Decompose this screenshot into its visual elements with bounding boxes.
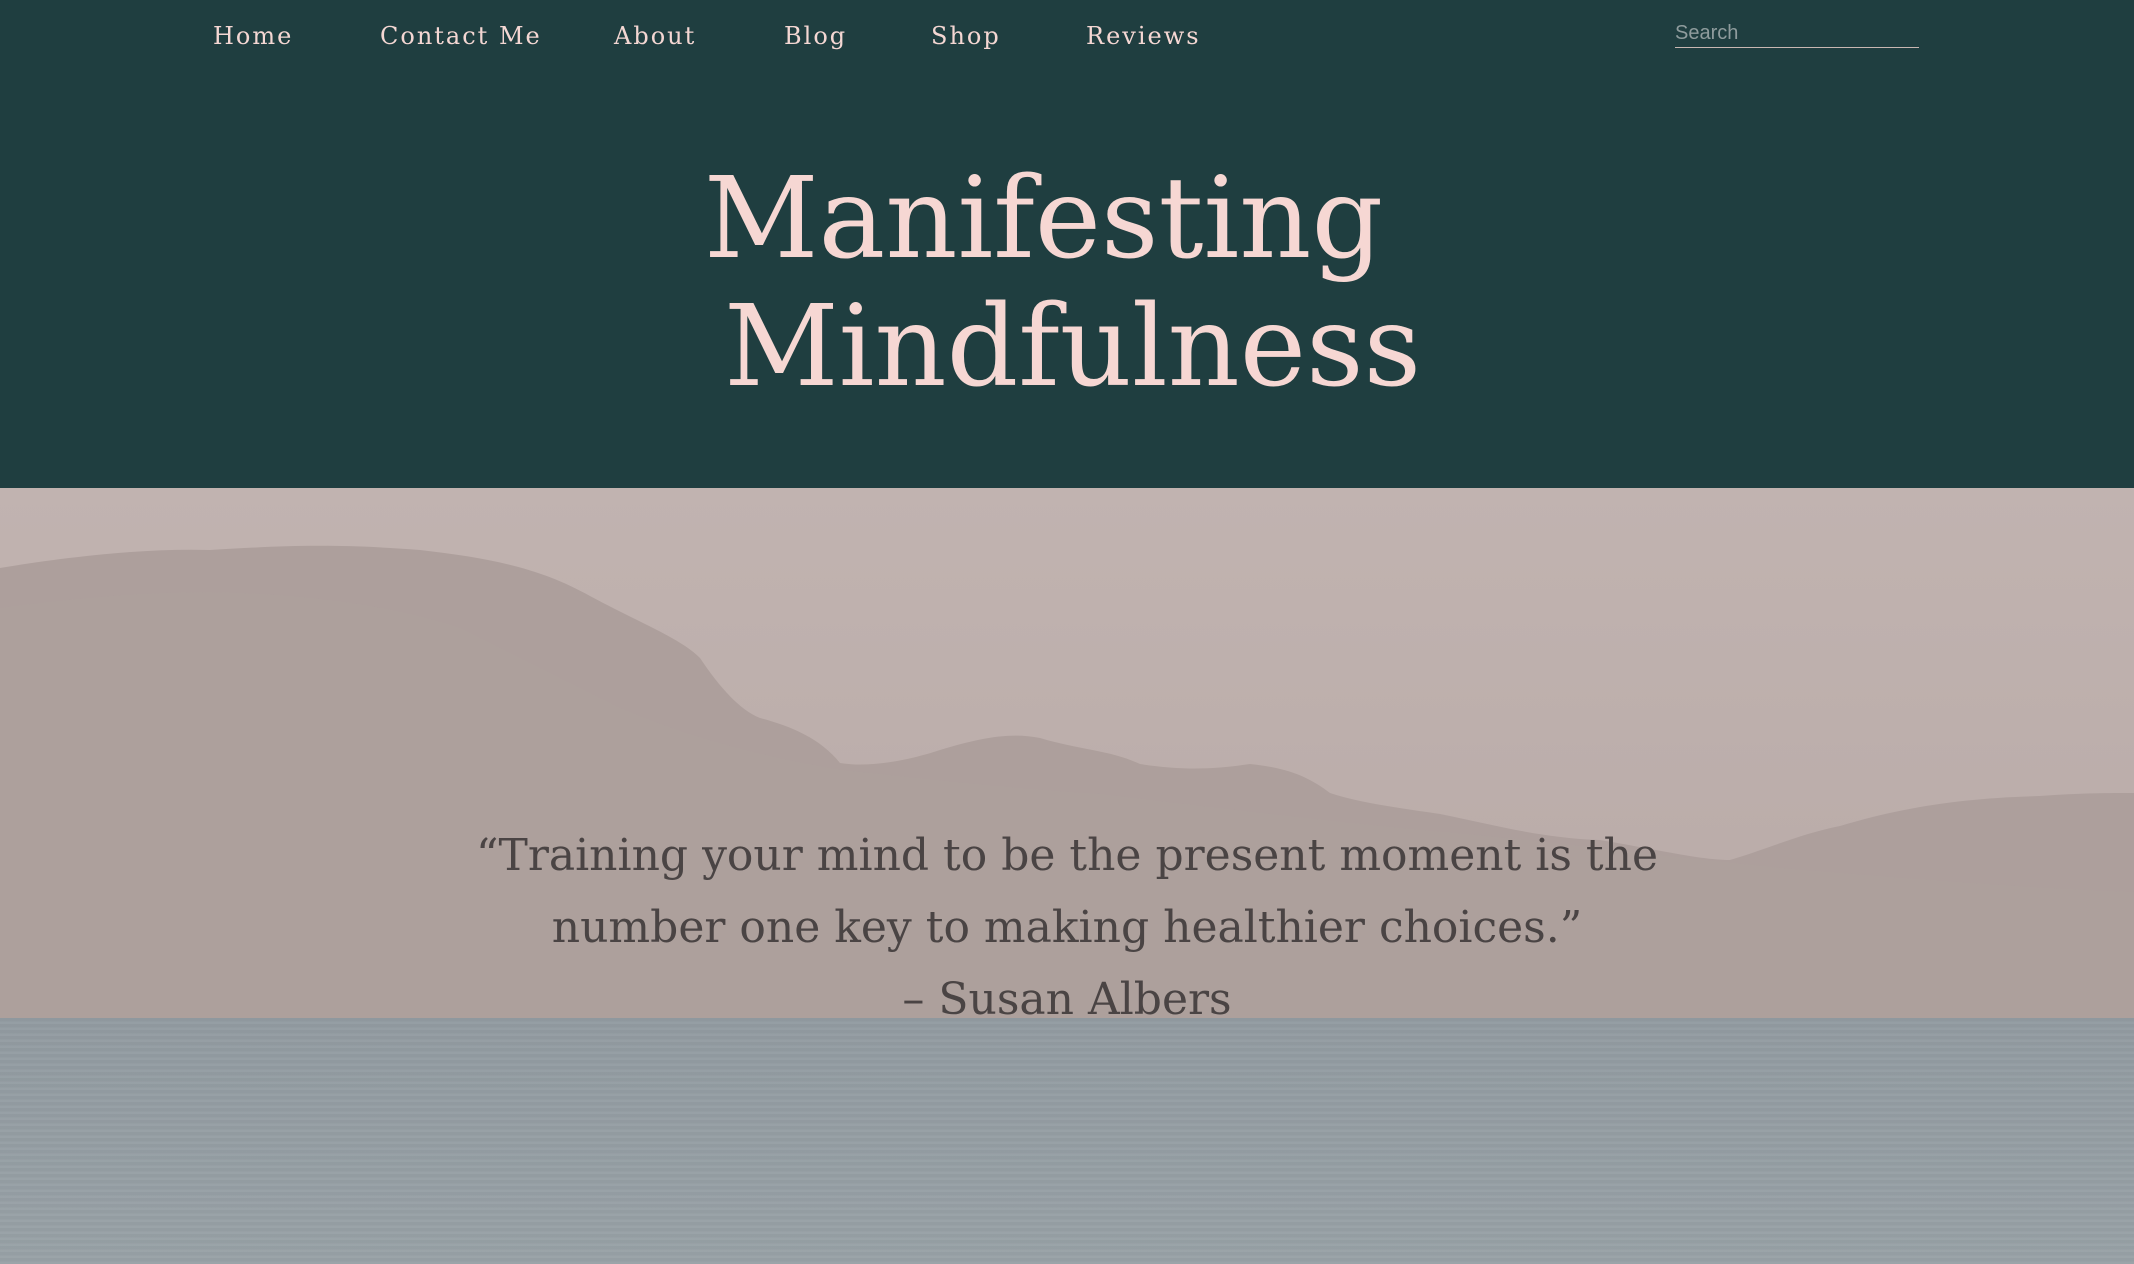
nav-home[interactable]: Home <box>213 22 293 50</box>
hero-quote: “Training your mind to be the present mo… <box>0 820 2134 1036</box>
nav-shop[interactable]: Shop <box>931 22 1001 50</box>
nav-blog[interactable]: Blog <box>784 22 847 50</box>
nav-reviews[interactable]: Reviews <box>1086 22 1201 50</box>
nav-about[interactable]: About <box>614 22 696 50</box>
site-title-line-1: Manifesting <box>703 154 1384 284</box>
site-header: Home Contact Me About Blog Shop Reviews … <box>0 0 2134 488</box>
quote-attribution: – Susan Albers <box>902 974 1232 1025</box>
search-box <box>1675 20 1919 48</box>
site-title-line-2: Mindfulness <box>723 282 1422 412</box>
quote-line-1: “Training your mind to be the present mo… <box>475 830 1658 881</box>
hero-banner: “Training your mind to be the present mo… <box>0 488 2134 1264</box>
main-nav: Home Contact Me About Blog Shop Reviews <box>0 22 1300 58</box>
search-input[interactable] <box>1675 20 1919 47</box>
quote-line-2: number one key to making healthier choic… <box>551 902 1583 953</box>
hero-sea <box>0 1018 2134 1264</box>
site-title: Manifesting Mindfulness <box>0 155 2134 411</box>
nav-contact-me[interactable]: Contact Me <box>380 22 542 50</box>
